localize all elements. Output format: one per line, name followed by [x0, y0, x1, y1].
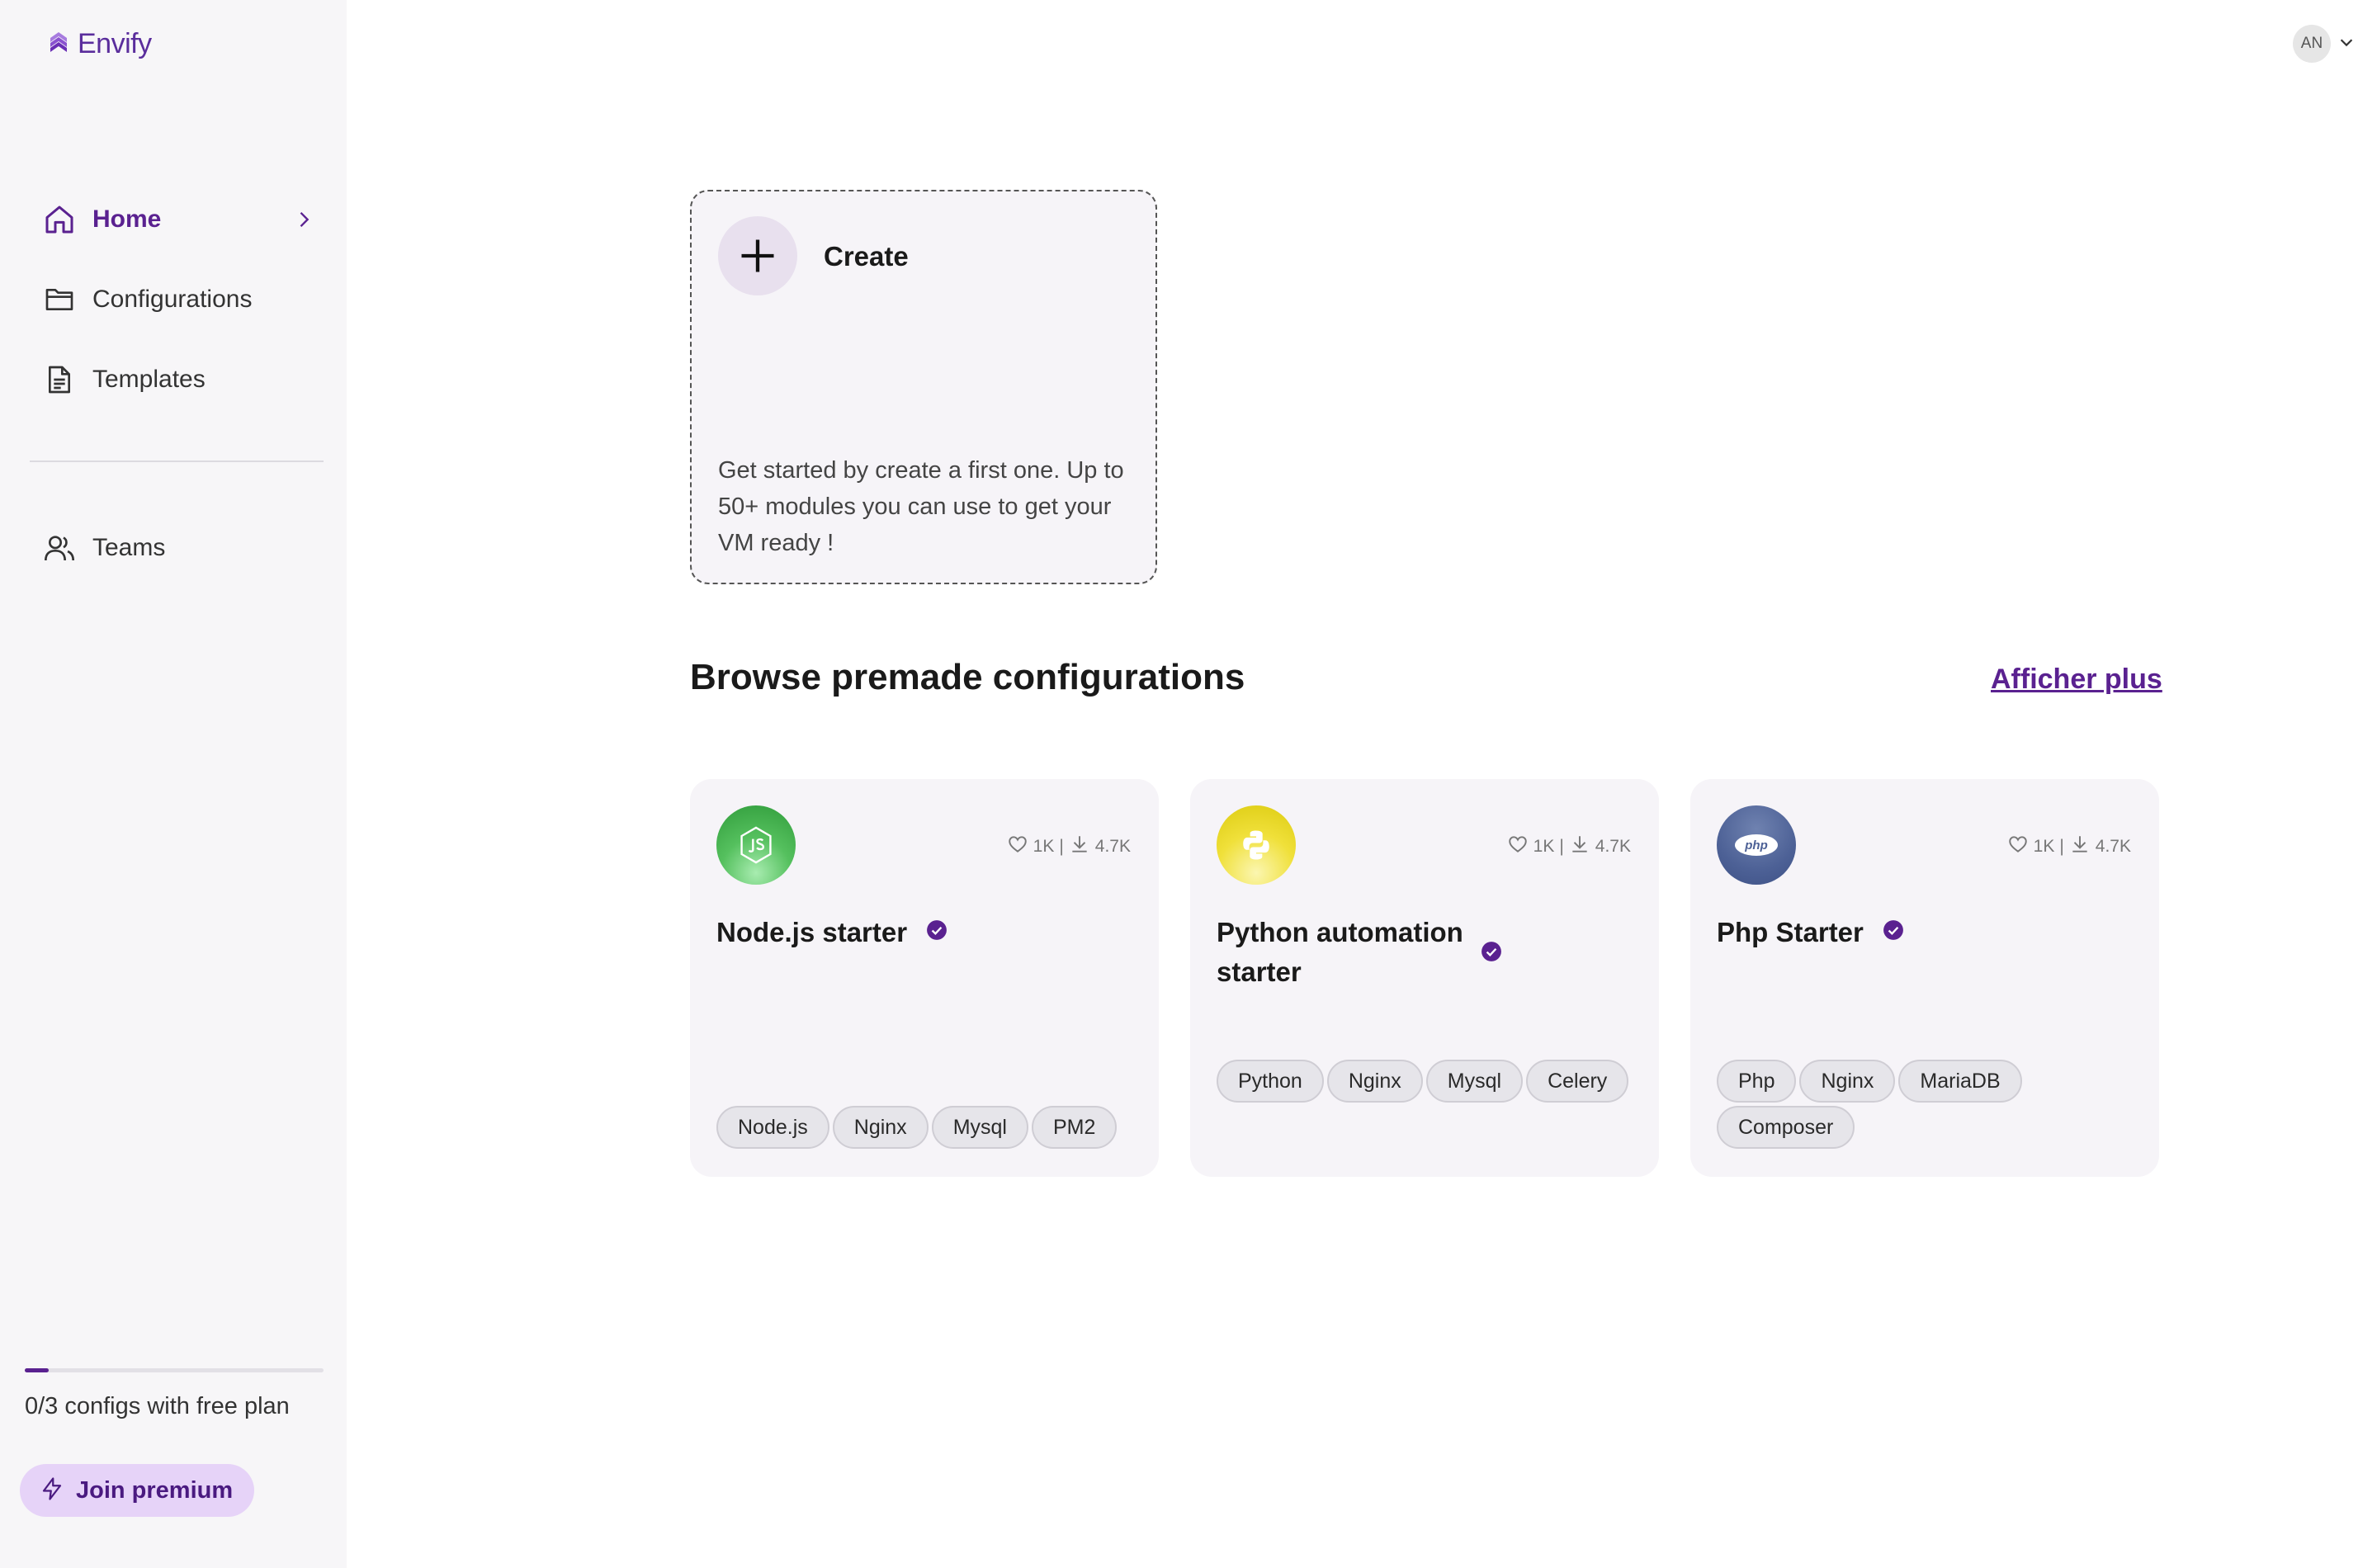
tag: Mysql: [931, 1106, 1028, 1149]
browse-section-title: Browse premade configurations: [690, 657, 1245, 697]
config-card-nodejs[interactable]: 1K | 4.7K Node.js starter Node.js Nginx …: [690, 779, 1159, 1177]
nodejs-icon: [716, 805, 796, 885]
tag: MariaDB: [1898, 1060, 2022, 1103]
card-title: Node.js starter: [716, 913, 1047, 952]
envify-logo-icon: [48, 30, 69, 59]
plan-progress-fill: [25, 1368, 49, 1372]
php-icon-text: php: [1744, 838, 1768, 852]
sidebar-item-label: Teams: [92, 534, 166, 561]
tag: Mysql: [1425, 1060, 1524, 1103]
avatar: AN: [2293, 25, 2331, 63]
tag: Composer: [1717, 1106, 1855, 1149]
downloads-count: 4.7K: [2095, 837, 2131, 856]
card-title: Php Starter: [1717, 913, 2047, 952]
verified-icon: [1883, 912, 1904, 952]
card-tags: Php Nginx MariaDB Composer: [1717, 1060, 2138, 1149]
card-tags: Node.js Nginx Mysql PM2: [716, 1106, 1137, 1149]
join-premium-button[interactable]: Join premium: [20, 1464, 255, 1517]
plan-usage-text: 0/3 configs with free plan: [25, 1393, 290, 1419]
likes-count: 1K: [1533, 837, 1555, 856]
home-icon: [30, 190, 89, 249]
plus-icon: [718, 216, 797, 295]
lightning-icon: [40, 1476, 64, 1505]
create-title: Create: [824, 241, 909, 272]
download-icon: [1569, 834, 1590, 860]
card-stats: 1K | 4.7K: [1007, 834, 1131, 860]
folder-icon: [30, 270, 89, 329]
tag: Celery: [1526, 1060, 1629, 1103]
plan-progress-bar: [25, 1368, 324, 1372]
sidebar-divider: [30, 460, 324, 462]
sidebar-item-label: Templates: [92, 366, 206, 393]
sidebar-item-label: Home: [92, 205, 162, 233]
php-icon: php: [1717, 805, 1796, 885]
heart-icon: [1507, 834, 1529, 860]
sidebar-item-label: Configurations: [92, 286, 253, 313]
config-card-php[interactable]: php 1K | 4.7K Php Starter Php Nginx Mari…: [1690, 779, 2159, 1177]
tag: Nginx: [1326, 1060, 1423, 1103]
chevron-down-icon: [2337, 33, 2356, 55]
download-icon: [2069, 834, 2091, 860]
python-icon: [1217, 805, 1296, 885]
sidebar-item-home[interactable]: Home: [30, 190, 322, 249]
likes-count: 1K: [1033, 837, 1055, 856]
create-description: Get started by create a first one. Up to…: [718, 457, 1124, 556]
join-premium-label: Join premium: [76, 1476, 234, 1504]
heart-icon: [2007, 834, 2029, 860]
card-title-text: Php Starter: [1717, 917, 1864, 947]
stats-separator: |: [2059, 837, 2064, 856]
sidebar-item-configurations[interactable]: Configurations: [30, 270, 322, 329]
download-icon: [1069, 834, 1090, 860]
card-stats: 1K | 4.7K: [2007, 834, 2131, 860]
tag: Python: [1217, 1060, 1324, 1103]
show-more-link[interactable]: Afficher plus: [1991, 664, 2162, 696]
create-config-card[interactable]: Create Get started by create a first one…: [690, 190, 1157, 584]
card-tags: Python Nginx Mysql Celery: [1217, 1060, 1637, 1103]
likes-count: 1K: [2033, 837, 2055, 856]
card-title-text: Python automation starter: [1217, 917, 1463, 987]
users-icon: [30, 518, 89, 578]
app-name: Envify: [78, 28, 152, 59]
app-logo[interactable]: Envify: [48, 28, 152, 60]
tag: Node.js: [716, 1106, 829, 1149]
stats-separator: |: [1559, 837, 1564, 856]
sidebar: Envify Home Configurations Templates Tea…: [0, 0, 347, 1568]
document-icon: [30, 350, 89, 409]
downloads-count: 4.7K: [1595, 837, 1631, 856]
sidebar-item-templates[interactable]: Templates: [30, 350, 322, 409]
user-menu[interactable]: AN: [2293, 25, 2356, 63]
heart-icon: [1007, 834, 1028, 860]
card-stats: 1K | 4.7K: [1507, 834, 1631, 860]
downloads-count: 4.7K: [1094, 837, 1131, 856]
tag: Nginx: [832, 1106, 929, 1149]
stats-separator: |: [1059, 837, 1064, 856]
verified-icon: [926, 912, 947, 952]
tag: Nginx: [1799, 1060, 1896, 1103]
tag: Php: [1717, 1060, 1797, 1103]
verified-icon: [1481, 941, 1502, 966]
config-card-python[interactable]: 1K | 4.7K Python automation starter Pyth…: [1190, 779, 1659, 1177]
sidebar-item-teams[interactable]: Teams: [30, 518, 322, 578]
card-title-text: Node.js starter: [716, 917, 908, 947]
chevron-right-icon: [292, 208, 315, 235]
tag: PM2: [1031, 1106, 1118, 1149]
